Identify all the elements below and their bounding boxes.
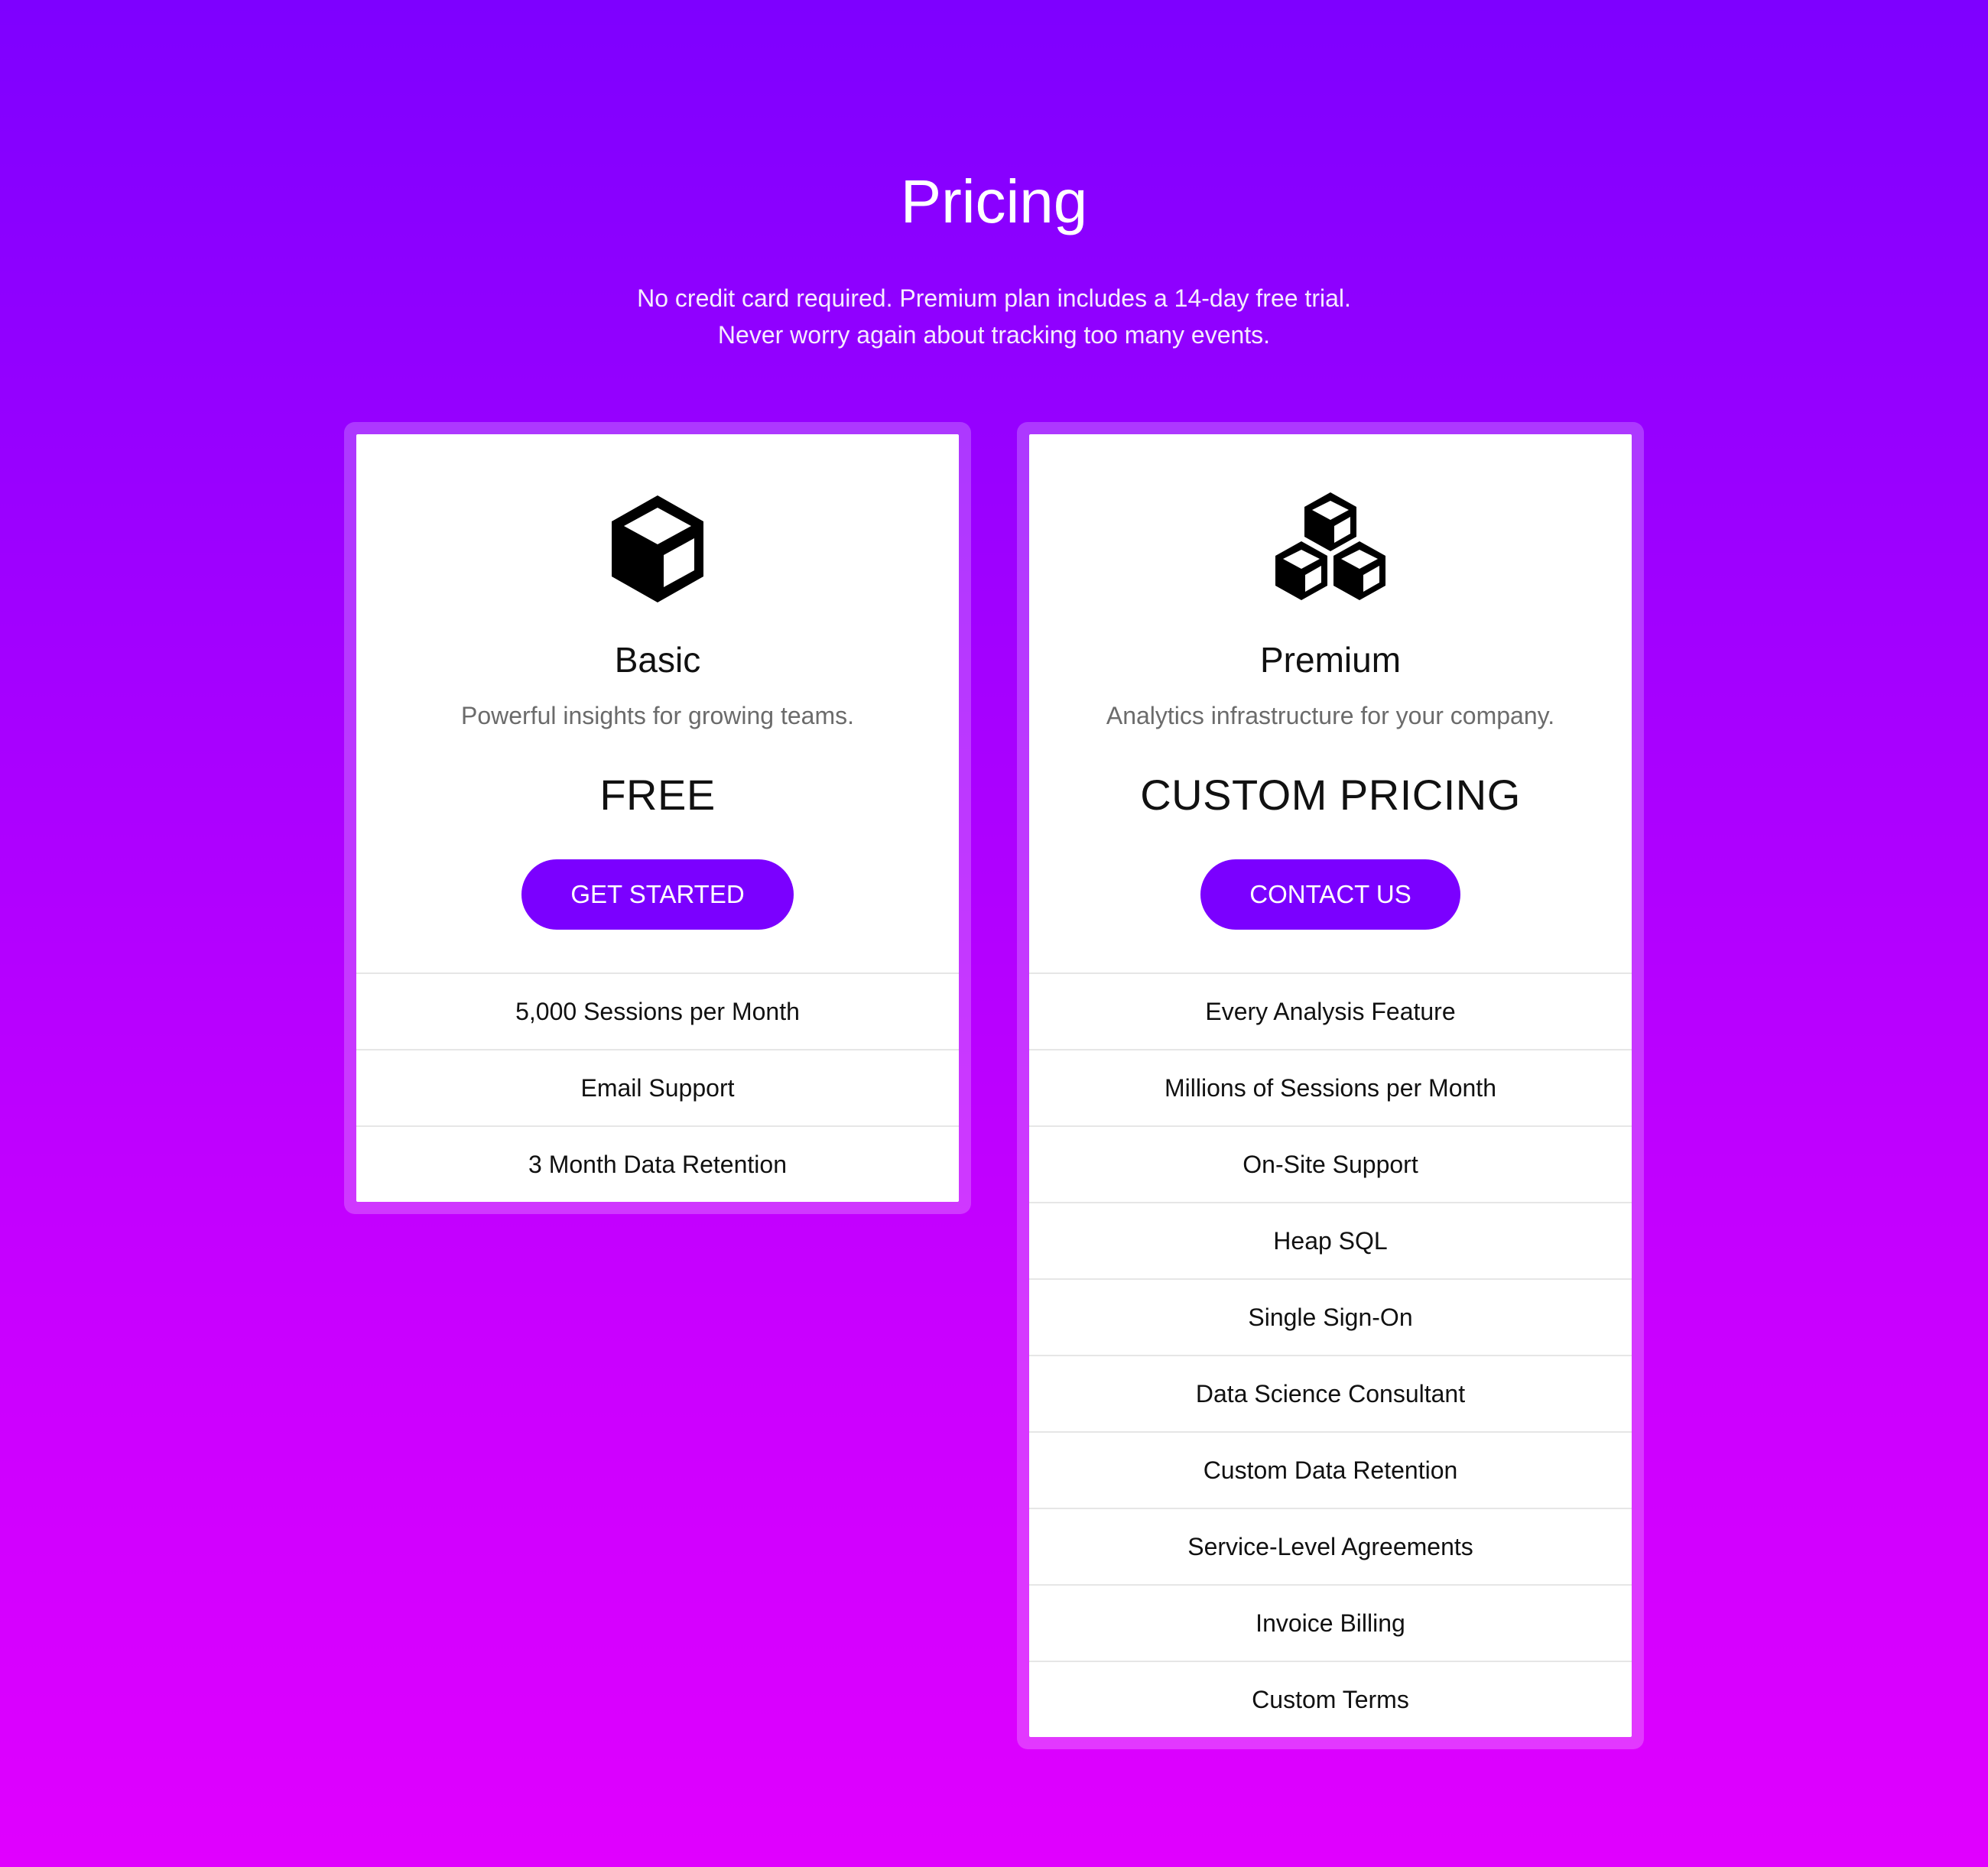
feature-item: On-Site Support [1029,1125,1632,1202]
feature-item: Service-Level Agreements [1029,1508,1632,1584]
feature-item: Every Analysis Feature [1029,972,1632,1049]
page-title: Pricing [900,167,1088,235]
plan-price: FREE [599,771,716,819]
basic-plan-card-frame: Basic Powerful insights for growing team… [344,422,971,1214]
feature-item: Data Science Consultant [1029,1355,1632,1431]
basic-feature-list: 5,000 Sessions per Month Email Support 3… [356,972,959,1202]
feature-item: Custom Terms [1029,1661,1632,1737]
pricing-page: Pricing No credit card required. Premium… [0,0,1988,1867]
feature-item: 3 Month Data Retention [356,1125,959,1202]
feature-item: 5,000 Sessions per Month [356,972,959,1049]
cube-icon [356,488,959,602]
plan-name: Basic [614,640,701,680]
basic-plan-card: Basic Powerful insights for growing team… [356,434,959,1202]
plan-price: CUSTOM PRICING [1140,771,1521,819]
plan-description: Powerful insights for growing teams. [461,702,854,729]
page-subtitle: No credit card required. Premium plan in… [0,280,1988,353]
subtitle-line-2: Never worry again about tracking too man… [717,321,1271,349]
feature-item: Millions of Sessions per Month [1029,1049,1632,1125]
feature-item: Custom Data Retention [1029,1431,1632,1508]
feature-item: Single Sign-On [1029,1278,1632,1355]
feature-item: Heap SQL [1029,1202,1632,1278]
plan-name: Premium [1259,640,1402,680]
premium-plan-card: Premium Analytics infrastructure for you… [1029,434,1632,1737]
cubes-icon [1029,488,1632,602]
premium-plan-card-frame: Premium Analytics infrastructure for you… [1017,422,1644,1749]
subtitle-line-1: No credit card required. Premium plan in… [637,284,1351,312]
premium-feature-list: Every Analysis Feature Millions of Sessi… [1029,972,1632,1737]
feature-item: Invoice Billing [1029,1584,1632,1661]
pricing-header: Pricing No credit card required. Premium… [0,168,1988,353]
basic-plan-summary: Basic Powerful insights for growing team… [356,434,959,972]
get-started-button[interactable]: GET STARTED [521,859,794,930]
premium-plan-summary: Premium Analytics infrastructure for you… [1029,434,1632,972]
feature-item: Email Support [356,1049,959,1125]
plan-description: Analytics infrastructure for your compan… [1106,702,1555,729]
contact-us-button[interactable]: CONTACT US [1200,859,1460,930]
